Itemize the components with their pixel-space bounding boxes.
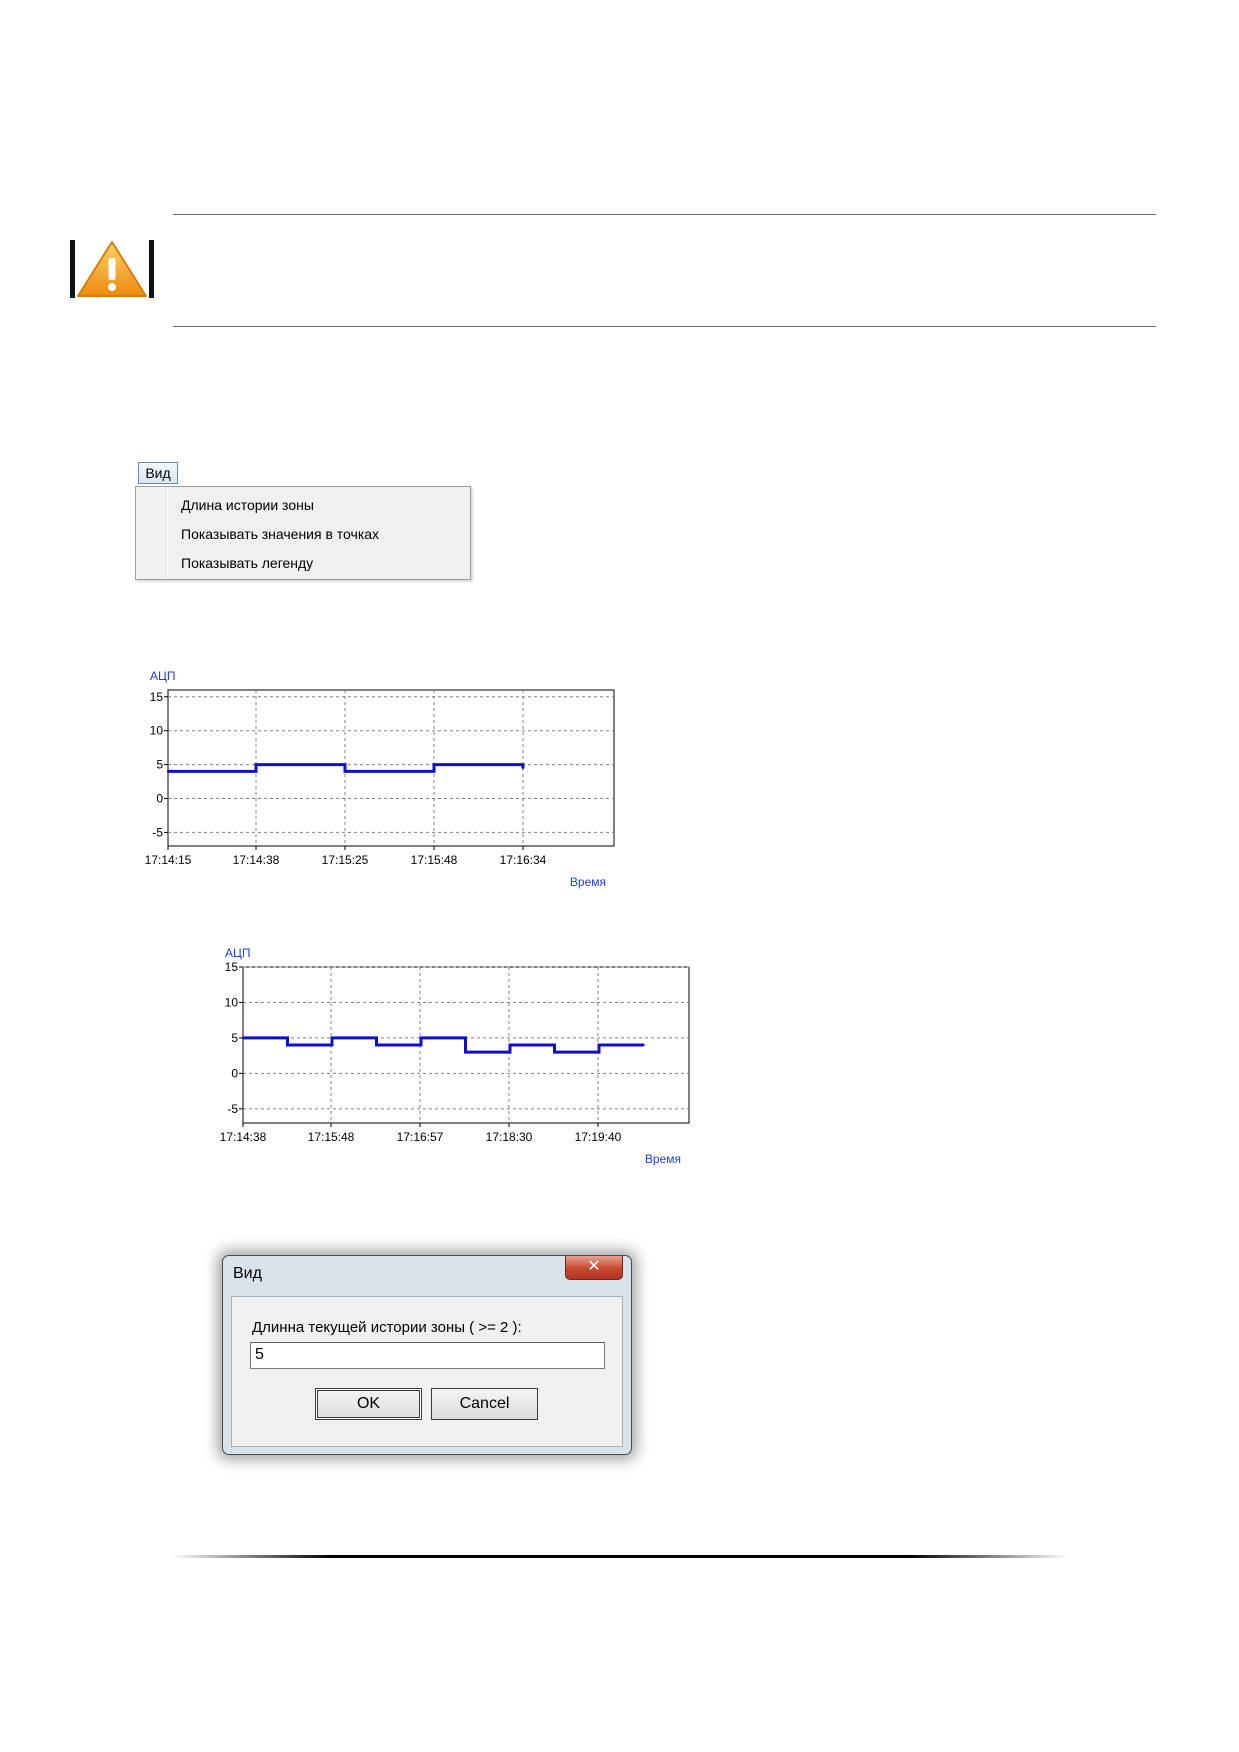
y-axis-title: АЦП (150, 669, 176, 683)
x-tick-label: 17:14:38 (220, 1130, 267, 1144)
y-tick-label: -5 (227, 1102, 238, 1116)
x-axis-title: Время (645, 1152, 681, 1166)
series-point (464, 1036, 467, 1040)
series-point (432, 763, 436, 766)
x-tick-label: 17:14:38 (233, 853, 280, 867)
y-tick-label: 0 (156, 792, 163, 806)
cancel-button[interactable]: Cancel (431, 1388, 538, 1420)
y-tick-label: 15 (150, 690, 164, 704)
menu-item-history-length[interactable]: Длина истории зоны (181, 492, 314, 518)
series-point (375, 1036, 378, 1040)
series-point (553, 1050, 556, 1054)
y-axis-title: АЦП (225, 946, 251, 960)
y-tick-label: 15 (225, 960, 239, 974)
warning-icon (70, 238, 154, 300)
x-tick-label: 17:15:25 (322, 853, 369, 867)
adc-chart-2-svg: 15 10 5 0 -5 17:14:38 17:15:48 17:16:57 17:18:30… (220, 946, 690, 1166)
y-tick-label: 5 (156, 758, 163, 772)
series-point (254, 770, 258, 773)
series-point (330, 1036, 334, 1040)
ok-button[interactable]: OK (315, 1388, 422, 1420)
series-point (166, 770, 170, 773)
series-point (419, 1036, 423, 1040)
dialog-title: Вид (233, 1265, 262, 1282)
adc-chart-1-svg: 15 10 5 0 -5 17:14:15 17:14:38 17:15:25 17:15:48… (145, 669, 615, 889)
dialog-body: Длинна текущей истории зоны ( >= 2 ): 5 … (231, 1296, 623, 1447)
x-tick-label: 17:15:48 (308, 1130, 355, 1144)
series-point (432, 770, 436, 773)
menu-item-show-legend[interactable]: Показывать легенду (181, 550, 313, 576)
series-point (419, 1043, 423, 1047)
series-point (343, 770, 347, 773)
x-tick-label: 17:15:48 (411, 853, 458, 867)
y-tick-label: 10 (225, 995, 239, 1009)
series-point (286, 1043, 289, 1047)
y-tick-label: 0 (231, 1066, 238, 1080)
plot-frame (167, 689, 615, 847)
close-icon[interactable]: ✕ (565, 1256, 623, 1280)
series-point (241, 1036, 245, 1040)
history-length-input[interactable]: 5 (250, 1342, 605, 1369)
adc-chart-1: 15 10 5 0 -5 17:14:15 17:14:38 17:15:25 17:15:48… (140, 665, 630, 900)
top-rule (173, 214, 1156, 215)
view-menu-button[interactable]: Вид (138, 462, 178, 484)
x-tick-label: 17:19:40 (575, 1130, 622, 1144)
series-point (597, 1050, 601, 1054)
x-tick-label: 17:14:15 (145, 853, 192, 867)
series-point (642, 1043, 645, 1047)
y-tick-label: -5 (152, 825, 163, 839)
x-tick-label: 17:16:34 (500, 853, 547, 867)
series-point (597, 1043, 601, 1047)
x-tick-label: 17:18:30 (486, 1130, 533, 1144)
x-axis-title: Время (570, 875, 606, 889)
series-point (254, 763, 258, 766)
series-point (508, 1043, 512, 1047)
series-point (343, 763, 347, 766)
history-length-label: Длинна текущей истории зоны ( >= 2 ): (252, 1319, 522, 1336)
y-tick-label: 5 (231, 1031, 238, 1045)
series-point (521, 763, 525, 766)
series-point (375, 1043, 378, 1047)
menu-item-show-point-values[interactable]: Показывать значения в точках (181, 521, 379, 547)
page-footer-rule (170, 1555, 1070, 1558)
bottom-rule-note (173, 326, 1156, 327)
series-point (508, 1050, 512, 1054)
view-menu-dropdown: Длина истории зоны Показывать значения в… (135, 486, 471, 580)
menu-gutter (166, 489, 168, 577)
series-point (330, 1043, 334, 1047)
x-tick-label: 17:16:57 (397, 1130, 444, 1144)
series-point (286, 1036, 289, 1040)
y-tick-label: 10 (150, 724, 164, 738)
series-point (521, 766, 525, 770)
adc-chart-2: 15 10 5 0 -5 17:14:38 17:15:48 17:16:57 17:18:30… (215, 945, 705, 1180)
view-dialog: Вид ✕ Длинна текущей истории зоны ( >= 2… (222, 1255, 632, 1455)
series-point (464, 1050, 467, 1054)
series-point (553, 1043, 556, 1047)
